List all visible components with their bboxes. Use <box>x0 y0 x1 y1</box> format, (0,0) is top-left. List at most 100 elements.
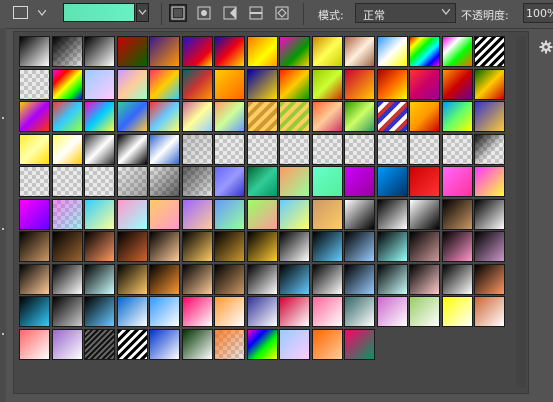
gradient-preset-swatch[interactable] <box>409 296 440 327</box>
gradient-preset-swatch[interactable] <box>149 101 180 132</box>
gradient-preset-swatch[interactable] <box>312 69 343 100</box>
gradient-preset-swatch[interactable] <box>312 199 343 230</box>
gradient-preset-swatch[interactable] <box>19 329 50 360</box>
gradient-preset-swatch[interactable] <box>149 296 180 327</box>
gradient-preset-swatch[interactable] <box>247 36 278 67</box>
gradient-picker-dropdown-button[interactable] <box>136 3 149 22</box>
gradient-preset-swatch[interactable] <box>279 166 310 197</box>
gradient-preset-swatch[interactable] <box>182 231 213 262</box>
gradient-preset-swatch[interactable] <box>149 69 180 100</box>
gradient-preset-swatch[interactable] <box>442 199 473 230</box>
gradient-preset-swatch[interactable] <box>442 101 473 132</box>
gradient-preset-swatch[interactable] <box>409 101 440 132</box>
gradient-preset-swatch[interactable] <box>279 296 310 327</box>
gradient-preset-swatch[interactable] <box>312 36 343 67</box>
gradient-preset-swatch[interactable] <box>52 36 83 67</box>
gradient-preset-swatch[interactable] <box>377 199 408 230</box>
gradient-preset-swatch[interactable] <box>442 36 473 67</box>
gradient-preset-swatch[interactable] <box>52 134 83 165</box>
gradient-preset-swatch[interactable] <box>52 264 83 295</box>
gradient-preset-swatch[interactable] <box>52 329 83 360</box>
gradient-preset-swatch[interactable] <box>149 134 180 165</box>
gradient-preset-swatch[interactable] <box>279 199 310 230</box>
gradient-preset-swatch[interactable] <box>117 36 148 67</box>
gradient-preset-swatch[interactable] <box>84 296 115 327</box>
chevron-down-icon[interactable] <box>38 10 46 18</box>
gradient-preset-swatch[interactable] <box>474 166 505 197</box>
gradient-preset-swatch[interactable] <box>182 134 213 165</box>
gradient-preset-swatch[interactable] <box>312 166 343 197</box>
gradient-preset-swatch[interactable] <box>84 36 115 67</box>
gradient-preset-swatch[interactable] <box>279 329 310 360</box>
gradient-preset-swatch[interactable] <box>474 296 505 327</box>
gradient-preset-swatch[interactable] <box>52 69 83 100</box>
gradient-preset-swatch[interactable] <box>182 166 213 197</box>
gradient-preset-swatch[interactable] <box>344 296 375 327</box>
gradient-preset-swatch[interactable] <box>214 69 245 100</box>
reflected-gradient-button[interactable] <box>247 4 265 22</box>
gradient-preset-swatch[interactable] <box>279 36 310 67</box>
gradient-preset-swatch[interactable] <box>312 264 343 295</box>
gradient-preset-swatch[interactable] <box>344 134 375 165</box>
diamond-gradient-button[interactable] <box>273 4 291 22</box>
gradient-preset-swatch[interactable] <box>182 36 213 67</box>
gradient-preview-swatch[interactable] <box>63 3 135 22</box>
gradient-preset-swatch[interactable] <box>409 134 440 165</box>
gradient-preset-swatch[interactable] <box>409 199 440 230</box>
gradient-preset-swatch[interactable] <box>344 69 375 100</box>
gradient-preset-swatch[interactable] <box>84 101 115 132</box>
gradient-preset-swatch[interactable] <box>247 329 278 360</box>
gradient-preset-swatch[interactable] <box>474 264 505 295</box>
gradient-preset-swatch[interactable] <box>19 101 50 132</box>
gradient-preset-swatch[interactable] <box>214 199 245 230</box>
linear-gradient-button[interactable] <box>169 4 187 22</box>
gradient-preset-swatch[interactable] <box>117 134 148 165</box>
gradient-preset-swatch[interactable] <box>312 101 343 132</box>
gradient-preset-swatch[interactable] <box>84 166 115 197</box>
gradient-preset-swatch[interactable] <box>247 264 278 295</box>
gradient-preset-swatch[interactable] <box>52 199 83 230</box>
blend-mode-select[interactable]: 正常 <box>355 3 456 23</box>
gradient-preset-swatch[interactable] <box>474 199 505 230</box>
gradient-preset-swatch[interactable] <box>117 166 148 197</box>
gradient-preset-swatch[interactable] <box>117 101 148 132</box>
gradient-preset-swatch[interactable] <box>312 296 343 327</box>
angle-gradient-button[interactable] <box>221 4 239 22</box>
gradient-preset-swatch[interactable] <box>474 101 505 132</box>
gradient-preset-swatch[interactable] <box>84 134 115 165</box>
gradient-preset-swatch[interactable] <box>442 264 473 295</box>
gradient-preset-swatch[interactable] <box>247 134 278 165</box>
gradient-preset-swatch[interactable] <box>409 166 440 197</box>
gradient-preset-swatch[interactable] <box>117 264 148 295</box>
gradient-preset-swatch[interactable] <box>19 264 50 295</box>
gradient-preset-swatch[interactable] <box>214 264 245 295</box>
gradient-preset-swatch[interactable] <box>19 134 50 165</box>
gradient-preset-swatch[interactable] <box>344 36 375 67</box>
gradient-preset-swatch[interactable] <box>247 199 278 230</box>
gradient-preset-swatch[interactable] <box>214 296 245 327</box>
gradient-preset-swatch[interactable] <box>279 101 310 132</box>
gradient-preset-swatch[interactable] <box>279 231 310 262</box>
gradient-preset-swatch[interactable] <box>19 199 50 230</box>
gradient-preset-swatch[interactable] <box>117 69 148 100</box>
gradient-preset-swatch[interactable] <box>442 134 473 165</box>
gradient-preset-swatch[interactable] <box>279 69 310 100</box>
gradient-preset-swatch[interactable] <box>474 69 505 100</box>
gradient-preset-swatch[interactable] <box>344 264 375 295</box>
gradient-preset-swatch[interactable] <box>149 166 180 197</box>
gradient-preset-swatch[interactable] <box>247 69 278 100</box>
opacity-input[interactable]: 100% <box>523 3 553 23</box>
gradient-preset-swatch[interactable] <box>312 329 343 360</box>
gradient-preset-swatch[interactable] <box>84 264 115 295</box>
gradient-preset-swatch[interactable] <box>312 231 343 262</box>
gradient-preset-swatch[interactable] <box>409 264 440 295</box>
gradient-preset-swatch[interactable] <box>19 231 50 262</box>
gradient-preset-swatch[interactable] <box>279 134 310 165</box>
gradient-preset-swatch[interactable] <box>19 69 50 100</box>
gradient-preset-swatch[interactable] <box>84 329 115 360</box>
gradient-preset-swatch[interactable] <box>474 231 505 262</box>
gradient-preset-swatch[interactable] <box>52 101 83 132</box>
gradient-preset-swatch[interactable] <box>149 199 180 230</box>
gradient-preset-swatch[interactable] <box>117 296 148 327</box>
gradient-preset-swatch[interactable] <box>474 134 505 165</box>
